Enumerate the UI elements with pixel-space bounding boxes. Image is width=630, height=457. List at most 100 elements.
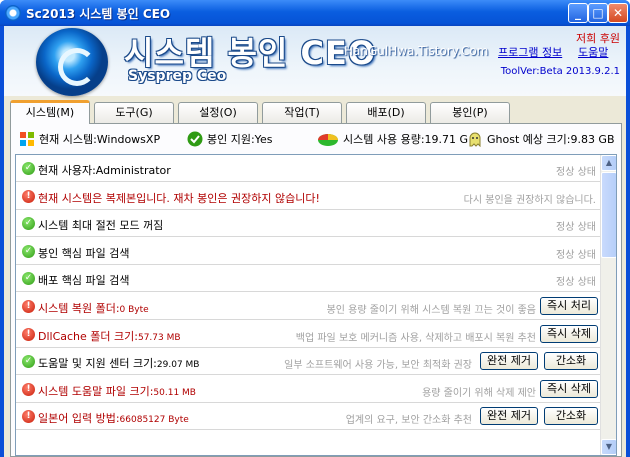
header-banner: 시스템 봉인 CEO Sysprep Ceo HanGulHwa.Tistory…	[4, 26, 626, 96]
status-ok-icon: ✓	[22, 217, 35, 230]
simplify-button[interactable]: 간소화	[544, 352, 598, 370]
tab-deploy[interactable]: 배포(D)	[346, 102, 426, 123]
check-list[interactable]: ✓ 현재 사용자:Administrator 정상 상태! 현재 시스템은 복제본입니…	[15, 154, 617, 456]
status-ok-icon: ✓	[22, 162, 35, 175]
scroll-down-icon[interactable]: ▼	[601, 439, 616, 455]
row-label: 도움말 및 지원 센터 크기:29.07 MB	[38, 355, 199, 371]
row-value: 50.11 MB	[153, 388, 196, 398]
disk-usage-icon	[317, 131, 339, 147]
row-description: 다시 봉인을 권장하지 않습니다.	[463, 195, 596, 206]
row-label-text: DllCache 폴더 크기:	[38, 330, 138, 343]
list-item: ✓ 현재 사용자:Administrator 정상 상태	[16, 155, 600, 182]
list-item: ! 일본어 입력 방법:66085127 Byte 업계의 요구, 보안 간소화 추…	[16, 403, 600, 430]
support-status: 봉인 지원:Yes	[187, 131, 272, 147]
scroll-thumb[interactable]	[601, 172, 616, 258]
usage-status-text: 시스템 사용 용량:19.71 G	[343, 133, 469, 146]
app-window: Sc2013 시스템 봉인 CEO _ □ ✕ 시스템 봉인 CEO Syspr…	[0, 0, 630, 457]
usage-status: 시스템 사용 용량:19.71 G	[317, 131, 468, 147]
status-warning-icon: !	[22, 190, 35, 203]
tab-tasks[interactable]: 작업(T)	[262, 102, 342, 123]
ghost-icon	[467, 131, 483, 148]
system-status-bar: 현재 시스템:WindowsXP 봉인 지원:Yes 시스템 사용 용량:19.…	[11, 124, 621, 152]
row-label: 시스템 도움말 파일 크기:50.11 MB	[38, 383, 196, 399]
row-value: 66085127 Byte	[119, 415, 189, 425]
remove-button[interactable]: 완전 제거	[480, 407, 538, 425]
row-label: 배포 핵심 파일 검색	[38, 272, 129, 288]
list-item: ✓ 배포 핵심 파일 검색 정상 상태	[16, 265, 600, 292]
minimize-button[interactable]: _	[568, 3, 588, 23]
row-label-text: 도움말 및 지원 센터 크기:	[38, 357, 157, 370]
row-description: 일부 소프트웨어 사용 가능, 보안 최적화 권장	[284, 360, 472, 371]
client-area: 시스템 봉인 CEO Sysprep Ceo HanGulHwa.Tistory…	[4, 26, 626, 457]
title-bar[interactable]: Sc2013 시스템 봉인 CEO _ □ ✕	[0, 0, 630, 26]
logo-icon	[36, 28, 108, 96]
tab-system[interactable]: 시스템(M)	[10, 100, 90, 124]
row-label-text: 배포 핵심 파일 검색	[38, 274, 130, 287]
row-label-text: 현재 사용자:Administrator	[38, 164, 171, 177]
tab-tools[interactable]: 도구(G)	[94, 102, 174, 123]
ghost-status-text: Ghost 예상 크기:9.83 GB	[487, 133, 615, 146]
row-description: 정상 상태	[556, 222, 596, 233]
row-value: 0 Byte	[119, 305, 149, 315]
site-link[interactable]: HanGulHwa.Tistory.Com	[344, 44, 488, 58]
scroll-up-icon[interactable]: ▲	[601, 155, 616, 171]
os-status-text: 현재 시스템:WindowsXP	[39, 133, 161, 146]
ghost-status: Ghost 예상 크기:9.83 GB	[467, 131, 615, 148]
row-label-text: 일본어 입력 방법:	[38, 412, 120, 425]
row-label-text: 시스템 최대 절전 모드 꺼짐	[38, 219, 164, 232]
support-status-text: 봉인 지원:Yes	[207, 133, 273, 146]
row-description: 정상 상태	[556, 277, 596, 288]
program-info-link[interactable]: 프로그램 정보	[498, 44, 562, 60]
row-value: 57.73 MB	[137, 333, 181, 343]
row-label: DllCache 폴더 크기:57.73 MB	[38, 328, 181, 344]
os-status: 현재 시스템:WindowsXP	[19, 131, 160, 147]
action-button[interactable]: 즉시 삭제	[540, 380, 598, 398]
row-label-text: 현재 시스템은 복제본입니다. 재차 봉인은 권장하지 않습니다!	[38, 192, 320, 205]
status-warning-icon: !	[22, 328, 35, 341]
tab-panel: 현재 시스템:WindowsXP 봉인 지원:Yes 시스템 사용 용량:19.…	[10, 123, 622, 457]
list-item: ✓ 시스템 최대 절전 모드 꺼짐 정상 상태	[16, 210, 600, 237]
list-item: ! 시스템 복원 폴더:0 Byte 봉인 용량 줄이기 위해 시스템 복원 끄는 …	[16, 293, 600, 320]
row-label-text: 봉인 핵심 파일 검색	[38, 247, 130, 260]
list-item: ! 시스템 도움말 파일 크기:50.11 MB 용량 줄이기 위해 삭제 제안 즉시…	[16, 376, 600, 403]
status-ok-icon: ✓	[22, 245, 35, 258]
row-label-text: 시스템 복원 폴더:	[38, 302, 120, 315]
row-description: 봉인 용량 줄이기 위해 시스템 복원 끄는 것이 좋음	[326, 305, 536, 316]
status-warning-icon: !	[22, 383, 35, 396]
list-item: ! 현재 시스템은 복제본입니다. 재차 봉인은 권장하지 않습니다! 다시 봉인을…	[16, 183, 600, 210]
action-button[interactable]: 즉시 처리	[540, 297, 598, 315]
action-button[interactable]: 즉시 삭제	[540, 325, 598, 343]
row-label: 시스템 최대 절전 모드 꺼짐	[38, 217, 163, 233]
row-label: 현재 사용자:Administrator	[38, 162, 171, 178]
window-title: Sc2013 시스템 봉인 CEO	[26, 7, 171, 21]
check-circle-icon	[187, 131, 203, 147]
row-label: 시스템 복원 폴더:0 Byte	[38, 300, 149, 316]
row-label: 현재 시스템은 복제본입니다. 재차 봉인은 권장하지 않습니다!	[38, 190, 320, 206]
row-label-text: 시스템 도움말 파일 크기:	[38, 385, 154, 398]
list-item: ✓ 도움말 및 지원 센터 크기:29.07 MB 일부 소프트웨어 사용 가능, …	[16, 348, 600, 375]
row-label: 일본어 입력 방법:66085127 Byte	[38, 410, 189, 426]
tab-seal[interactable]: 봉인(P)	[430, 102, 510, 123]
status-ok-icon: ✓	[22, 272, 35, 285]
status-ok-icon: ✓	[22, 355, 35, 368]
list-item: ✓ 봉인 핵심 파일 검색 정상 상태	[16, 238, 600, 265]
version-label: ToolVer:Beta 2013.9.2.1	[500, 66, 620, 77]
status-warning-icon: !	[22, 410, 35, 423]
tab-settings[interactable]: 설정(O)	[178, 102, 258, 123]
row-label: 봉인 핵심 파일 검색	[38, 245, 129, 261]
app-subtitle: Sysprep Ceo	[128, 68, 227, 84]
row-description: 백업 파일 보호 메커니즘 사용, 삭제하고 배포시 복원 추천	[295, 333, 536, 344]
row-description: 정상 상태	[556, 250, 596, 261]
windows-logo-icon	[19, 131, 35, 147]
close-button[interactable]: ✕	[608, 3, 628, 23]
list-item: ! DllCache 폴더 크기:57.73 MB 백업 파일 보호 메커니즘 사용…	[16, 321, 600, 348]
help-link[interactable]: 도움말	[578, 44, 608, 60]
vertical-scrollbar[interactable]: ▲ ▼	[600, 155, 616, 455]
row-description: 정상 상태	[556, 167, 596, 178]
simplify-button[interactable]: 간소화	[544, 407, 598, 425]
status-warning-icon: !	[22, 300, 35, 313]
row-value: 29.07 MB	[156, 360, 200, 370]
app-icon	[5, 5, 21, 21]
maximize-button[interactable]: □	[588, 3, 608, 23]
remove-button[interactable]: 완전 제거	[480, 352, 538, 370]
